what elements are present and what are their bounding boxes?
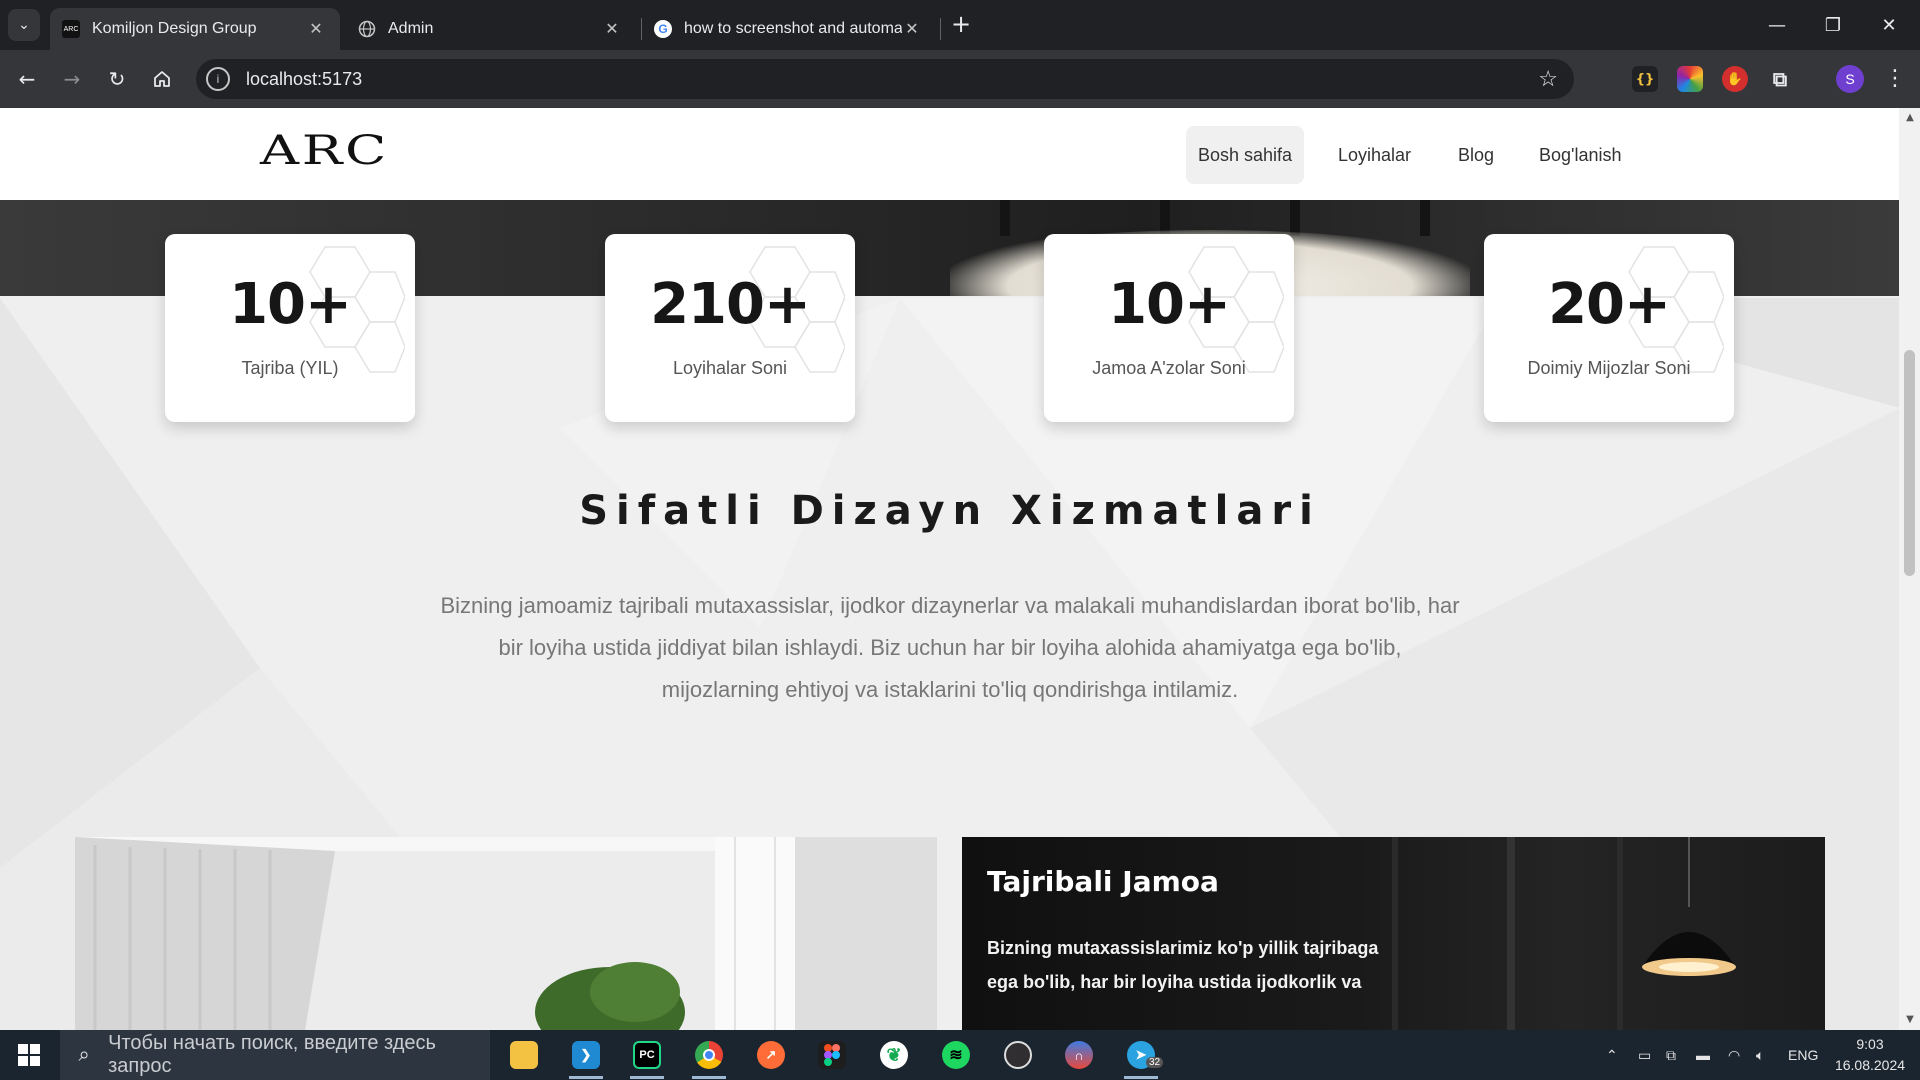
arc-logo-icon: ARC <box>62 20 80 38</box>
dark-feature-card: Tajribali Jamoa Bizning mutaxassislarimi… <box>962 837 1825 1030</box>
json-viewer-extension-icon[interactable]: {} <box>1632 66 1658 92</box>
pycharm-icon[interactable]: PC <box>622 1035 672 1079</box>
profile-avatar[interactable]: S <box>1836 65 1864 93</box>
spotify-icon[interactable]: ≋ <box>931 1035 981 1075</box>
puzzle-extensions-icon[interactable]: ⧉ <box>1767 66 1793 92</box>
google-icon: G <box>654 20 672 38</box>
tab-search-button[interactable]: ⌄ <box>8 9 40 41</box>
tab-title: Admin <box>388 20 434 37</box>
close-icon[interactable]: ✕ <box>602 19 622 39</box>
telegram-badge: 32 <box>1146 1057 1164 1068</box>
site-logo[interactable]: ARC <box>260 128 389 174</box>
wifi-icon[interactable]: ◠ <box>1728 1030 1740 1080</box>
stat-card-experience: 10+ Tajriba (YIL) <box>165 234 415 422</box>
reload-icon: ↻ <box>108 67 126 91</box>
scrollbar-thumb[interactable] <box>1904 350 1915 576</box>
scroll-up-arrow[interactable]: ▲ <box>1902 112 1918 124</box>
windows-logo-icon <box>18 1044 40 1066</box>
browser-tab-bar: ⌄ ARC Komiljon Design Group ✕ Admin ✕ G … <box>0 0 1920 50</box>
tab-separator <box>940 18 941 40</box>
site-info-icon[interactable]: i <box>206 67 230 91</box>
site-header: ARC Bosh sahifa Loyihalar Blog Bog'lanis… <box>0 108 1900 200</box>
nav-contact[interactable]: Bog'lanish <box>1527 126 1634 184</box>
volume-icon[interactable]: 🔈︎ <box>1756 1030 1764 1080</box>
stat-number: 210+ <box>650 272 811 337</box>
telegram-icon[interactable]: ➤ 32 <box>1116 1035 1166 1079</box>
stat-label: Jamoa A'zolar Soni <box>1092 358 1246 378</box>
browser-toolbar: ← → ↻ i localhost:5173 ☆ {} ✋ ⧉ <box>0 50 1920 108</box>
start-button[interactable] <box>0 1030 58 1080</box>
interior-room-image <box>75 837 937 1030</box>
tab-google-search[interactable]: G how to screenshot and automat ✕ <box>642 8 936 50</box>
section-description: Bizning jamoamiz tajribali mutaxassislar… <box>440 593 1460 702</box>
restore-button[interactable]: ❐ <box>1810 0 1856 50</box>
home-button[interactable] <box>145 62 179 96</box>
postman-icon[interactable]: ↗ <box>746 1035 796 1075</box>
tab-admin[interactable]: Admin ✕ <box>346 8 636 50</box>
forward-button[interactable]: → <box>55 62 89 96</box>
globe-icon <box>358 20 376 38</box>
battery-icon[interactable]: ▬ <box>1696 1030 1710 1080</box>
chrome-icon[interactable] <box>684 1035 734 1079</box>
stat-label: Tajriba (YIL) <box>241 358 339 378</box>
clock-time: 9:03 <box>1856 1036 1884 1052</box>
clock-date: 16.08.2024 <box>1834 1057 1906 1073</box>
meet-now-icon[interactable]: ▭ <box>1638 1030 1651 1080</box>
show-hidden-icons[interactable]: ⌃ <box>1606 1030 1618 1080</box>
page-viewport: ARC Bosh sahifa Loyihalar Blog Bog'lanis… <box>0 108 1920 1030</box>
stat-number: 10+ <box>1108 272 1231 337</box>
windows-taskbar: ⌕ Чтобы начать поиск, введите здесь запр… <box>0 1030 1920 1080</box>
tab-title: Komiljon Design Group <box>92 20 257 37</box>
stat-number: 20+ <box>1548 272 1671 337</box>
file-explorer-icon[interactable] <box>499 1035 549 1075</box>
language-indicator[interactable]: ENG <box>1788 1030 1818 1080</box>
chevron-down-icon: ⌄ <box>18 17 30 33</box>
url-text: localhost:5173 <box>246 68 363 89</box>
obs-icon[interactable] <box>993 1035 1043 1075</box>
feature-title: Tajribali Jamoa <box>987 865 1219 898</box>
new-tab-button[interactable]: + <box>947 11 975 39</box>
stat-card-projects: 210+ Loyihalar Soni <box>605 234 855 422</box>
stat-card-clients: 20+ Doimiy Mijozlar Soni <box>1484 234 1734 422</box>
color-picker-extension-icon[interactable] <box>1677 66 1703 92</box>
headphones-app-icon[interactable]: ∩ <box>1054 1035 1104 1075</box>
taskbar-search-box[interactable]: ⌕ Чтобы начать поиск, введите здесь запр… <box>60 1030 490 1080</box>
nav-blog[interactable]: Blog <box>1446 126 1506 184</box>
nav-home[interactable]: Bosh sahifa <box>1186 126 1305 184</box>
address-bar[interactable]: i localhost:5173 ☆ <box>196 59 1574 99</box>
scroll-down-arrow[interactable]: ▼ <box>1902 1014 1918 1026</box>
vscode-icon[interactable]: ❯ <box>561 1035 611 1079</box>
figma-icon[interactable] <box>807 1035 857 1075</box>
close-window-button[interactable]: ✕ <box>1866 0 1912 50</box>
feature-text: Bizning mutaxassislarimiz ko'p yillik ta… <box>987 938 1379 992</box>
home-icon <box>154 71 170 87</box>
browser-menu-icon[interactable]: ⋮ <box>1880 62 1910 96</box>
system-clock[interactable]: 9:03 16.08.2024 <box>1830 1034 1910 1076</box>
minimize-button[interactable]: — <box>1754 0 1800 50</box>
back-button[interactable]: ← <box>10 62 44 96</box>
arrow-right-icon: → <box>63 67 81 91</box>
tab-title: how to screenshot and automat <box>684 20 902 37</box>
search-icon: ⌕ <box>78 1043 90 1066</box>
close-icon[interactable]: ✕ <box>902 19 922 39</box>
close-icon[interactable]: ✕ <box>306 19 326 39</box>
arrow-left-icon: ← <box>18 67 36 91</box>
bookmark-star-icon[interactable]: ☆ <box>1538 66 1558 92</box>
stat-label: Doimiy Mijozlar Soni <box>1527 358 1691 378</box>
stat-label: Loyihalar Soni <box>672 358 788 378</box>
mongodb-icon[interactable]: ❦ <box>869 1035 919 1075</box>
search-placeholder: Чтобы начать поиск, введите здесь запрос <box>108 1032 436 1077</box>
network-share-icon[interactable]: ⧉ <box>1666 1030 1676 1080</box>
nav-projects[interactable]: Loyihalar <box>1326 126 1423 184</box>
tab-komiljon[interactable]: ARC Komiljon Design Group ✕ <box>50 8 340 50</box>
section-title: Sifatli Dizayn Xizmatlari <box>579 488 1321 534</box>
stat-number: 10+ <box>229 272 352 337</box>
stat-card-team: 10+ Jamoa A'zolar Soni <box>1044 234 1294 422</box>
reload-button[interactable]: ↻ <box>100 62 134 96</box>
block-extension-icon[interactable]: ✋ <box>1722 66 1748 92</box>
